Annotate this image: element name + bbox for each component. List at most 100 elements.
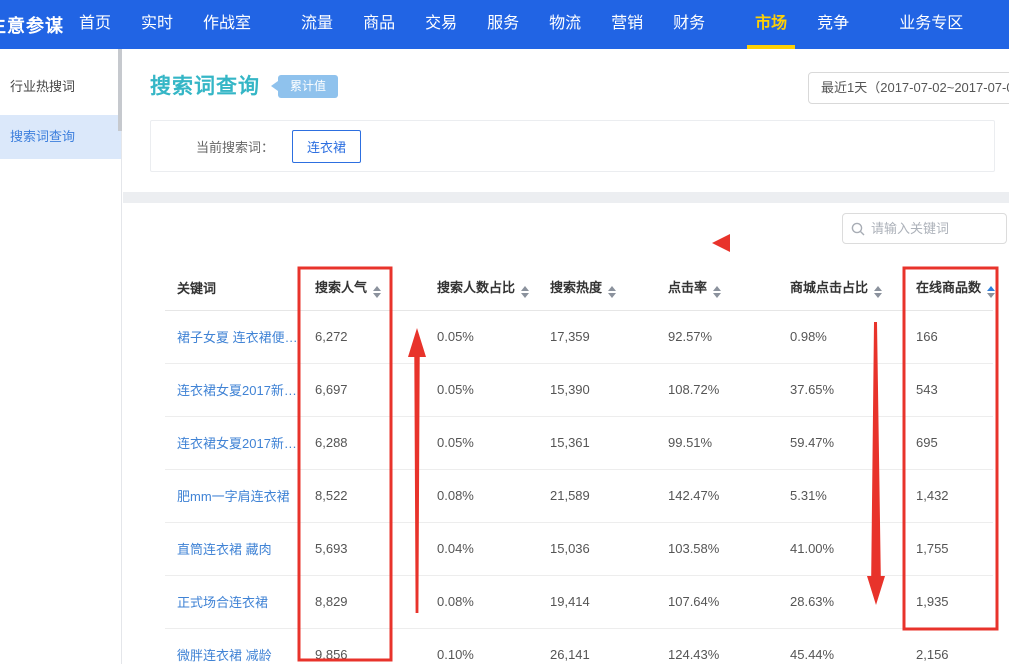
sidebar-item-search-word-query[interactable]: 搜索词查询 <box>0 115 121 159</box>
app-logo: 生意参谋 <box>0 12 64 38</box>
table-row: 直筒连衣裙 藏肉 5,693 0.04% 15,036 103.58% 41.0… <box>165 522 993 575</box>
table-row: 连衣裙女夏2017新款... 6,288 0.05% 15,361 99.51%… <box>165 416 993 469</box>
nav-item-finance[interactable]: 财务 <box>658 0 720 49</box>
cell-search-popularity: 6,272 <box>303 310 425 363</box>
cell-search-heat: 21,589 <box>538 469 656 522</box>
cell-mall-click-ratio: 5.31% <box>778 469 904 522</box>
table-row: 裙子女夏 连衣裙便宜5... 6,272 0.05% 17,359 92.57%… <box>165 310 993 363</box>
nav-item-service[interactable]: 服务 <box>472 0 534 49</box>
cell-search-heat: 19,414 <box>538 575 656 628</box>
cell-searcher-ratio: 0.05% <box>425 416 538 469</box>
keyword-link[interactable]: 连衣裙女夏2017新款... <box>165 416 303 469</box>
sidebar-item-industry-hot-words[interactable]: 行业热搜词 <box>0 65 121 109</box>
column-header-keyword: 关键词 <box>165 266 303 310</box>
header-section: 搜索词查询 累计值 最近1天（2017-07-02~2017-07-02 当前搜… <box>123 49 1009 192</box>
cell-ctr: 142.47% <box>656 469 778 522</box>
keyword-search-input[interactable] <box>871 221 998 236</box>
nav-item-marketing[interactable]: 营销 <box>596 0 658 49</box>
sort-icon[interactable] <box>713 286 721 298</box>
top-nav: 生意参谋 首页 实时 作战室 流量 商品 交易 服务 物流 营销 财务 市场 竞… <box>0 0 1009 49</box>
cell-ctr: 103.58% <box>656 522 778 575</box>
column-header-label: 搜索热度 <box>550 280 602 295</box>
cell-search-popularity: 8,829 <box>303 575 425 628</box>
cell-mall-click-ratio: 37.65% <box>778 363 904 416</box>
column-header-label: 搜索人气 <box>315 280 367 295</box>
table-row: 连衣裙女夏2017新款... 6,697 0.05% 15,390 108.72… <box>165 363 993 416</box>
table-row: 正式场合连衣裙 8,829 0.08% 19,414 107.64% 28.63… <box>165 575 993 628</box>
page: 生意参谋 首页 实时 作战室 流量 商品 交易 服务 物流 营销 财务 市场 竞… <box>0 0 1009 664</box>
nav-item-competition[interactable]: 竞争 <box>802 0 864 49</box>
keyword-link[interactable]: 裙子女夏 连衣裙便宜5... <box>165 310 303 363</box>
nav-item-products[interactable]: 商品 <box>348 0 410 49</box>
cell-search-popularity: 5,693 <box>303 522 425 575</box>
cell-online-products: 1,432 <box>904 469 993 522</box>
cell-search-popularity: 9,856 <box>303 628 425 664</box>
sidebar-scrollbar-thumb[interactable] <box>118 49 122 131</box>
cell-searcher-ratio: 0.05% <box>425 363 538 416</box>
cell-ctr: 108.72% <box>656 363 778 416</box>
nav-item-trade[interactable]: 交易 <box>410 0 472 49</box>
nav-item-traffic[interactable]: 流量 <box>286 0 348 49</box>
cell-ctr: 99.51% <box>656 416 778 469</box>
nav-item-logistics[interactable]: 物流 <box>534 0 596 49</box>
current-search-word-label: 当前搜索词： <box>196 137 274 156</box>
column-header-online-products: 在线商品数 <box>904 266 993 310</box>
nav-item-business-zone[interactable]: 业务专区 <box>884 0 978 49</box>
cell-ctr: 124.43% <box>656 628 778 664</box>
cell-online-products: 543 <box>904 363 993 416</box>
cell-searcher-ratio: 0.04% <box>425 522 538 575</box>
column-header-label: 商城点击占比 <box>790 280 868 295</box>
cell-online-products: 695 <box>904 416 993 469</box>
cell-online-products: 2,156 <box>904 628 993 664</box>
table-header-row: 关键词 搜索人气 搜索人数占比 搜索热度 点击率 <box>165 266 993 310</box>
cell-searcher-ratio: 0.08% <box>425 575 538 628</box>
cell-mall-click-ratio: 28.63% <box>778 575 904 628</box>
search-word-table: 关键词 搜索人气 搜索人数占比 搜索热度 点击率 <box>165 266 993 664</box>
cell-search-popularity: 6,288 <box>303 416 425 469</box>
sort-icon[interactable] <box>874 286 882 298</box>
column-header-label: 点击率 <box>668 280 707 295</box>
column-header-ctr: 点击率 <box>656 266 778 310</box>
table-row: 肥mm一字肩连衣裙 8,522 0.08% 21,589 142.47% 5.3… <box>165 469 993 522</box>
cell-mall-click-ratio: 41.00% <box>778 522 904 575</box>
current-keyword-tag[interactable]: 连衣裙 <box>292 130 361 163</box>
cell-online-products: 1,935 <box>904 575 993 628</box>
sort-icon-active-asc[interactable] <box>987 286 995 298</box>
cell-searcher-ratio: 0.08% <box>425 469 538 522</box>
date-range-selector[interactable]: 最近1天（2017-07-02~2017-07-02 <box>808 72 1009 104</box>
sort-icon[interactable] <box>373 286 381 298</box>
keyword-link[interactable]: 微胖连衣裙 减龄 <box>165 628 303 664</box>
table-row: 微胖连衣裙 减龄 9,856 0.10% 26,141 124.43% 45.4… <box>165 628 993 664</box>
main-content: 搜索词查询 累计值 最近1天（2017-07-02~2017-07-02 当前搜… <box>123 49 1009 664</box>
cell-search-popularity: 8,522 <box>303 469 425 522</box>
nav-item-home[interactable]: 首页 <box>64 0 126 49</box>
column-header-label: 搜索人数占比 <box>437 280 515 295</box>
sort-icon[interactable] <box>521 286 529 298</box>
cell-search-heat: 15,036 <box>538 522 656 575</box>
nav-item-market[interactable]: 市场 <box>740 0 802 49</box>
cell-mall-click-ratio: 59.47% <box>778 416 904 469</box>
cell-search-popularity: 6,697 <box>303 363 425 416</box>
keyword-link[interactable]: 连衣裙女夏2017新款... <box>165 363 303 416</box>
column-header-search-heat: 搜索热度 <box>538 266 656 310</box>
column-header-label: 在线商品数 <box>916 280 981 295</box>
column-header-mall-click-ratio: 商城点击占比 <box>778 266 904 310</box>
table-section: 关键词 搜索人气 搜索人数占比 搜索热度 点击率 <box>123 203 1009 664</box>
cell-ctr: 107.64% <box>656 575 778 628</box>
sort-icon[interactable] <box>608 286 616 298</box>
keyword-link[interactable]: 肥mm一字肩连衣裙 <box>165 469 303 522</box>
nav-item-war-room[interactable]: 作战室 <box>188 0 266 49</box>
cell-mall-click-ratio: 45.44% <box>778 628 904 664</box>
keyword-link[interactable]: 直筒连衣裙 藏肉 <box>165 522 303 575</box>
column-header-searcher-ratio: 搜索人数占比 <box>425 266 538 310</box>
cumulative-value-badge: 累计值 <box>278 75 338 98</box>
cell-search-heat: 26,141 <box>538 628 656 664</box>
nav-item-realtime[interactable]: 实时 <box>126 0 188 49</box>
cell-searcher-ratio: 0.10% <box>425 628 538 664</box>
nav-item-data-fetch[interactable]: 取数 <box>998 0 1009 49</box>
cell-search-heat: 17,359 <box>538 310 656 363</box>
keyword-link[interactable]: 正式场合连衣裙 <box>165 575 303 628</box>
cell-searcher-ratio: 0.05% <box>425 310 538 363</box>
keyword-search-box[interactable] <box>842 213 1007 244</box>
page-title: 搜索词查询 <box>150 70 260 100</box>
